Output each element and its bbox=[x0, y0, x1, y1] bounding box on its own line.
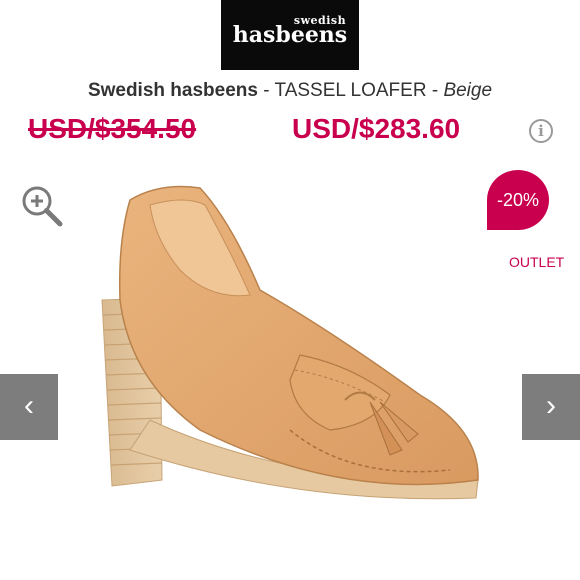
product-title: Swedish hasbeens - TASSEL LOAFER - Beige bbox=[0, 80, 580, 102]
carousel-prev-button[interactable]: ‹ bbox=[0, 374, 58, 440]
zoom-in-icon[interactable] bbox=[20, 184, 64, 228]
original-price: USD/$354.50 bbox=[28, 113, 197, 144]
chevron-right-icon: › bbox=[546, 389, 556, 422]
sale-price: USD/$283.60 bbox=[292, 113, 461, 144]
brand-logo: swedish hasbeens bbox=[221, 0, 359, 70]
logo-line-big: hasbeens bbox=[232, 22, 348, 48]
title-separator: - bbox=[257, 80, 275, 101]
carousel-next-button[interactable]: › bbox=[522, 374, 580, 440]
product-brand: Swedish hasbeens bbox=[87, 80, 258, 101]
outlet-label: OUTLET bbox=[509, 254, 565, 270]
discount-badge: -20% bbox=[487, 170, 549, 230]
product-model: TASSEL LOAFER bbox=[274, 80, 427, 101]
product-image-shoe bbox=[101, 185, 479, 500]
chevron-left-icon: ‹ bbox=[24, 389, 34, 422]
product-color: Beige bbox=[443, 80, 493, 101]
info-icon[interactable]: i bbox=[529, 119, 553, 143]
title-separator: - bbox=[426, 80, 444, 101]
